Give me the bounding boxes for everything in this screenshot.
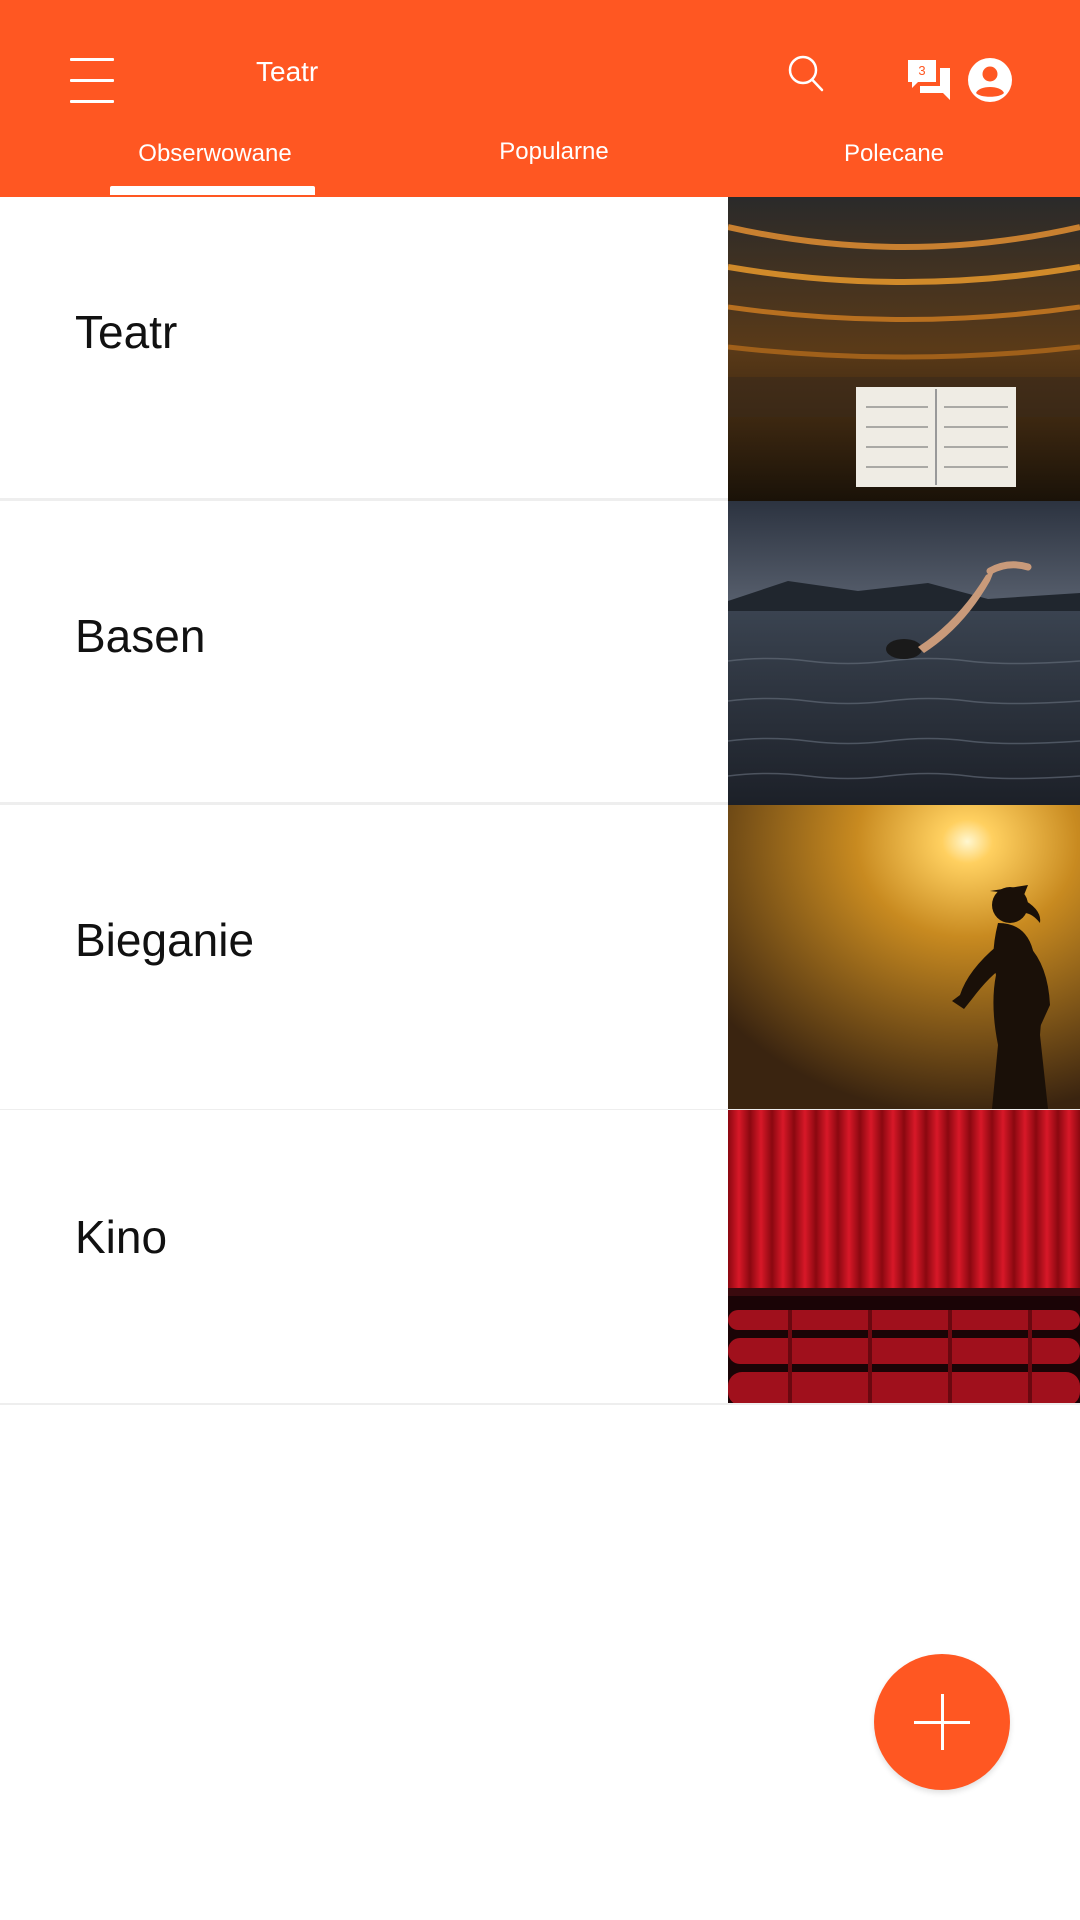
list-item[interactable]: Basen bbox=[0, 501, 1080, 805]
category-list: Teatr Basen Bieganie Kino bbox=[0, 197, 1080, 1405]
tab-popularne[interactable]: Popularne bbox=[454, 138, 654, 166]
menu-button[interactable] bbox=[70, 58, 114, 104]
app-header: Teatr 3 Obserwowane Popularne Polecane bbox=[0, 0, 1080, 197]
menu-icon-bar bbox=[70, 58, 114, 61]
tab-indicator bbox=[110, 186, 315, 195]
running-image bbox=[728, 805, 1080, 1109]
menu-icon-bar bbox=[70, 100, 114, 103]
chat-button[interactable]: 3 bbox=[906, 58, 952, 102]
list-item-label: Basen bbox=[75, 610, 206, 662]
plus-icon bbox=[941, 1694, 944, 1750]
menu-icon-bar bbox=[70, 79, 114, 82]
list-item-label: Bieganie bbox=[75, 914, 255, 966]
chat-badge: 3 bbox=[918, 63, 925, 78]
cinema-image bbox=[728, 1110, 1080, 1405]
search-button[interactable] bbox=[786, 54, 826, 94]
add-button[interactable] bbox=[874, 1654, 1010, 1790]
account-button[interactable] bbox=[966, 56, 1014, 104]
list-item[interactable]: Kino bbox=[0, 1109, 1080, 1405]
page-title: Teatr bbox=[256, 56, 319, 87]
theater-image bbox=[728, 197, 1080, 501]
tab-polecane[interactable]: Polecane bbox=[804, 140, 984, 168]
account-icon bbox=[968, 58, 1012, 102]
chat-icon: 3 bbox=[908, 60, 950, 100]
search-icon bbox=[788, 55, 824, 92]
list-item[interactable]: Bieganie bbox=[0, 805, 1080, 1109]
swimming-image bbox=[728, 501, 1080, 805]
tab-obserwowane[interactable]: Obserwowane bbox=[110, 140, 320, 168]
row-divider bbox=[0, 1403, 1080, 1405]
list-item[interactable]: Teatr bbox=[0, 197, 1080, 501]
list-item-label: Teatr bbox=[75, 306, 178, 358]
list-item-label: Kino bbox=[75, 1211, 168, 1263]
